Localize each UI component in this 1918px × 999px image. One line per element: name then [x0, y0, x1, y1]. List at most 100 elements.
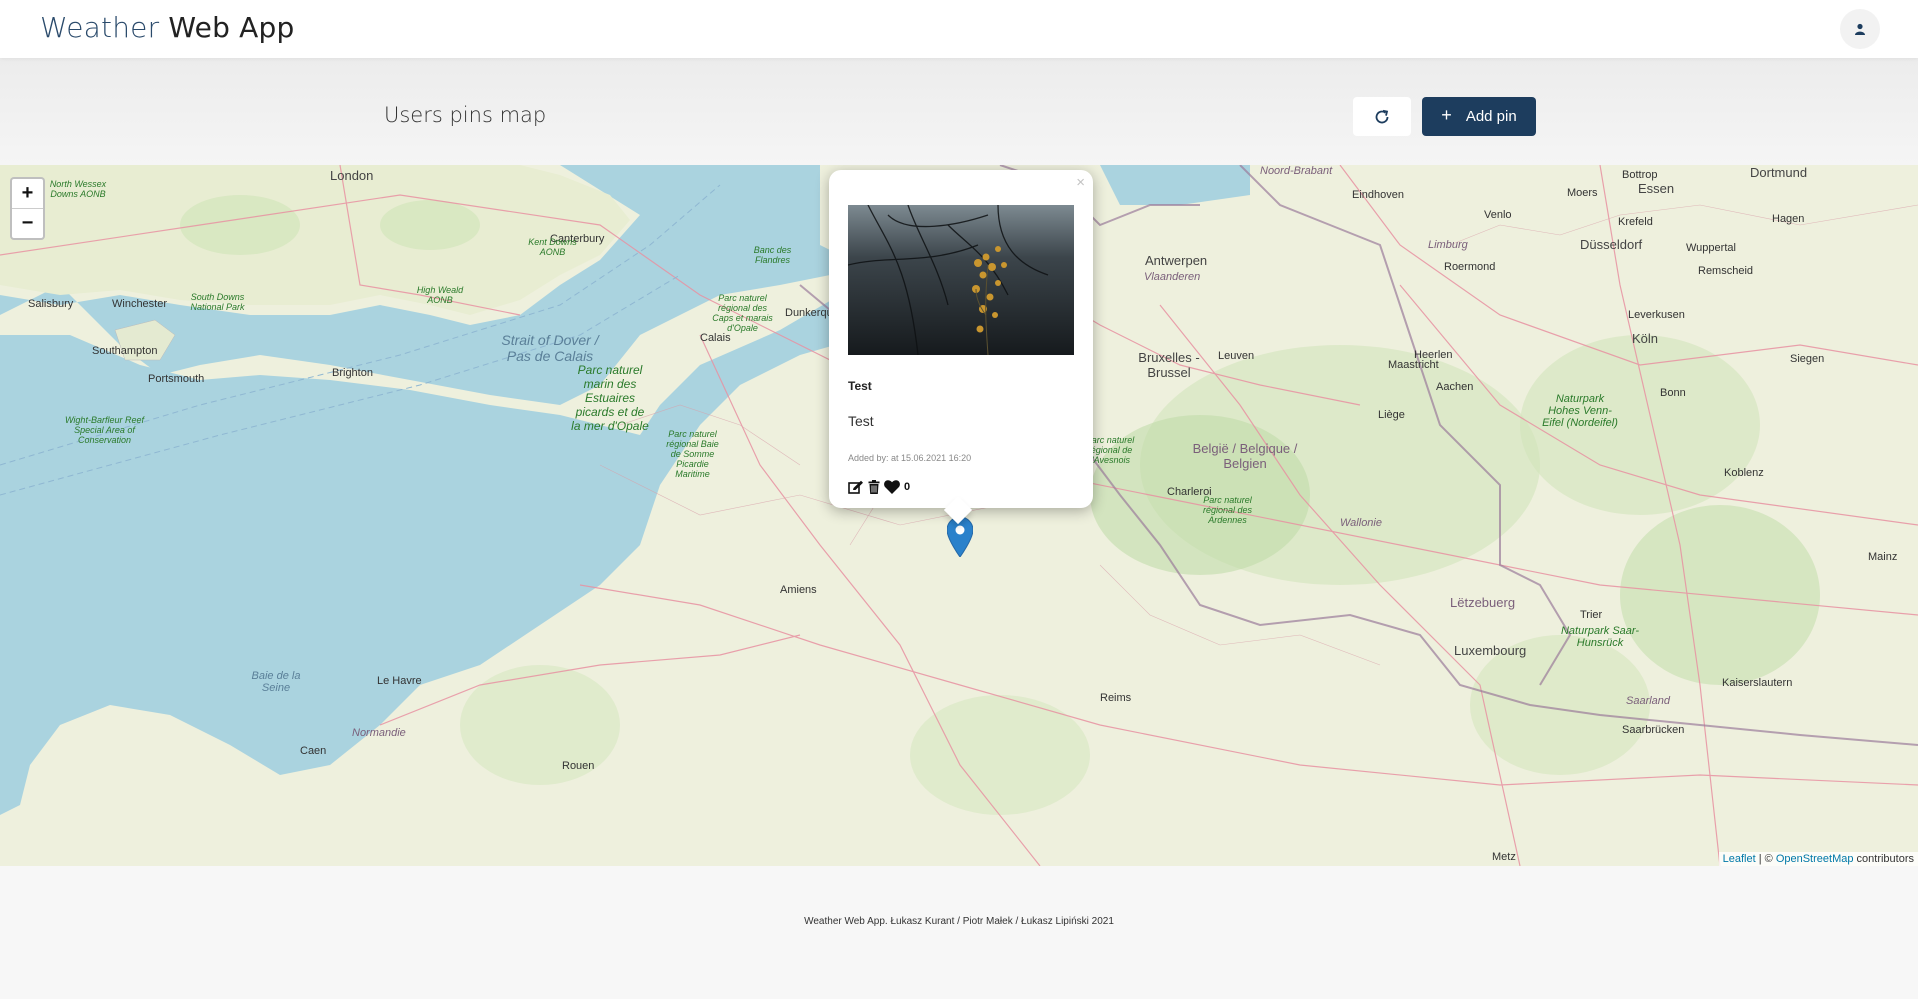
map-label: Venlo	[1484, 209, 1512, 221]
osm-link[interactable]: OpenStreetMap	[1776, 853, 1854, 865]
map-label: High Weald AONB	[416, 285, 464, 305]
map-label: Southampton	[92, 345, 158, 357]
map-label: Antwerpen	[1145, 253, 1208, 268]
map-label: Mainz	[1868, 551, 1898, 563]
map-label: Krefeld	[1618, 216, 1653, 228]
map-label: Portsmouth	[148, 373, 205, 385]
pin-description: Test	[848, 413, 874, 429]
map-label: Caen	[300, 745, 327, 757]
map-label: Heerlen	[1414, 349, 1453, 361]
map-label: Noord-Brabant	[1260, 165, 1333, 177]
page-title: Users pins map	[384, 103, 547, 127]
map-label: Wuppertal	[1686, 242, 1736, 254]
map-attribution: Leaflet | © OpenStreetMap contributors	[1718, 852, 1918, 866]
map-pin-marker[interactable]	[946, 516, 974, 562]
map-label: Siegen	[1790, 353, 1825, 365]
brand-rest: Web App	[159, 11, 295, 44]
map-label: Kaiserslautern	[1722, 677, 1793, 689]
map-label: Baie de la Seine	[251, 670, 301, 694]
refresh-button[interactable]	[1353, 97, 1411, 136]
map-label: Parc naturel régional Baie de Somme Pica…	[666, 429, 719, 479]
map-label: Normandie	[352, 727, 406, 739]
map-label: Strait of Dover / Pas de Calais	[501, 332, 599, 364]
zoom-out-button[interactable]: −	[12, 208, 43, 238]
pin-photo	[848, 205, 1074, 355]
map-marker-icon	[946, 516, 974, 558]
footer: Weather Web App. Łukasz Kurant / Piotr M…	[0, 866, 1918, 999]
edit-icon[interactable]	[848, 480, 864, 494]
map-label: Leuven	[1218, 350, 1255, 362]
map-label: Kent Downs AONB	[528, 237, 577, 257]
brand-first: Weather	[40, 11, 160, 44]
attribution-tail: contributors	[1853, 853, 1914, 865]
map-label: Brighton	[332, 367, 373, 379]
map-label: Roermond	[1444, 261, 1496, 273]
map-label: Liège	[1378, 409, 1405, 421]
map-label: Reims	[1100, 692, 1132, 704]
map-label: Düsseldorf	[1580, 237, 1643, 252]
map-label: België / Belgique / Belgien	[1192, 441, 1298, 471]
pin-popup: × Test Test Added by: at 15.06.2021 16:2…	[829, 170, 1093, 525]
map-label: Calais	[700, 332, 731, 344]
map-label: Dortmund	[1750, 165, 1808, 180]
map-label: Hagen	[1772, 213, 1805, 225]
popup-close-button[interactable]: ×	[1076, 174, 1085, 191]
plus-icon: +	[1441, 105, 1452, 125]
map-label: Amiens	[780, 584, 817, 596]
map-label: Trier	[1580, 609, 1603, 621]
leaflet-link[interactable]: Leaflet	[1723, 853, 1756, 865]
refresh-icon	[1375, 109, 1389, 123]
add-pin-label: Add pin	[1465, 108, 1517, 125]
map-label: Eindhoven	[1352, 189, 1404, 201]
pin-photo-image	[848, 205, 1074, 355]
map-label: Parc naturel marin des Estuaires picards…	[571, 363, 649, 433]
map-label: Winchester	[112, 298, 168, 310]
add-pin-button[interactable]: + Add pin	[1422, 97, 1536, 136]
map-label: South Downs National Park	[190, 292, 245, 312]
map-label: Banc des Flandres	[753, 245, 792, 265]
map-label: Salisbury	[28, 298, 74, 310]
map-label: Bottrop	[1622, 169, 1658, 181]
map-label: Remscheid	[1698, 265, 1754, 277]
map-label: North Wessex Downs AONB	[49, 179, 107, 199]
user-icon	[1855, 23, 1865, 35]
map-label: Wallonie	[1340, 517, 1382, 529]
page-header: Users pins map + Add pin	[0, 58, 1918, 165]
footer-text: Weather Web App. Łukasz Kurant / Piotr M…	[804, 916, 1114, 927]
map-label: Koblenz	[1724, 467, 1764, 479]
map-label: Saarland	[1626, 695, 1671, 707]
map-label: London	[330, 168, 374, 183]
map-label: Köln	[1632, 331, 1659, 346]
map-label: Metz	[1492, 851, 1516, 863]
brand-logo[interactable]: Weather Web App	[40, 11, 294, 44]
map-label: Wight-Barfleur Reef Special Area of Cons…	[65, 415, 144, 445]
map[interactable]: London Canterbury Salisbury Winchester S…	[0, 165, 1918, 866]
map-label: Leverkusen	[1628, 309, 1685, 321]
map-label: Luxembourg	[1454, 643, 1527, 658]
map-label: Le Havre	[377, 675, 422, 687]
map-label: Moers	[1567, 187, 1598, 199]
navbar: Weather Web App	[0, 0, 1918, 58]
map-label: Bruxelles - Brussel	[1138, 350, 1200, 380]
map-label: Saarbrücken	[1622, 724, 1685, 736]
pin-meta: Added by: at 15.06.2021 16:20	[848, 453, 972, 463]
attribution-separator: | ©	[1755, 853, 1776, 865]
map-label: Parc naturel régional des Ardennes	[1202, 495, 1253, 525]
map-label: Vlaanderen	[1144, 271, 1201, 283]
map-label: Naturpark Saar-Hunsrück	[1560, 625, 1640, 649]
map-label: Essen	[1638, 181, 1675, 196]
pin-actions: 0	[848, 480, 910, 494]
heart-icon[interactable]	[884, 480, 900, 494]
pin-title: Test	[848, 379, 872, 393]
like-count: 0	[904, 481, 911, 493]
map-label: Naturpark Hohes Venn-Eifel (Nordeifel)	[1542, 393, 1618, 429]
map-label: Lëtzebuerg	[1450, 595, 1516, 610]
user-menu-button[interactable]	[1840, 9, 1880, 49]
map-label: Bonn	[1660, 387, 1686, 399]
map-label: Aachen	[1436, 381, 1474, 393]
zoom-control: + −	[10, 177, 45, 240]
map-label: Rouen	[562, 760, 595, 772]
trash-icon[interactable]	[868, 480, 880, 494]
map-label: Limburg	[1428, 239, 1468, 251]
zoom-in-button[interactable]: +	[12, 179, 43, 208]
